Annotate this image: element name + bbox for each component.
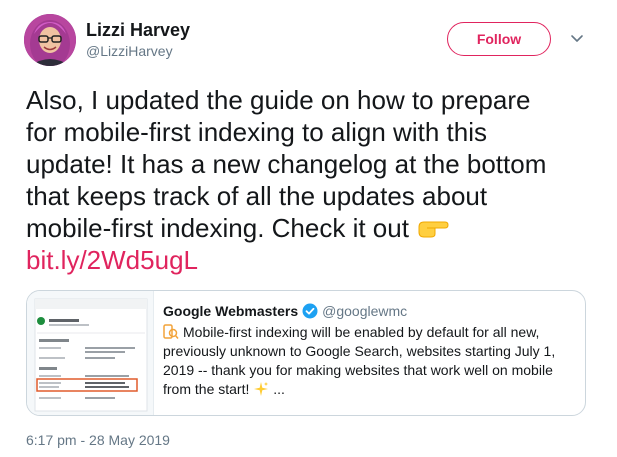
quoted-tweet-body: Google Webmasters @googlewmc Mobile-firs… (163, 303, 575, 399)
tweet-text-line: Also, I updated the guide on how to prep… (26, 85, 531, 115)
follow-button-label: Follow (476, 31, 522, 47)
author-name[interactable]: Lizzi Harvey (86, 20, 190, 41)
sparkles-icon (254, 382, 269, 396)
chevron-down-icon[interactable] (569, 30, 585, 46)
author-handle[interactable]: @LizziHarvey (86, 43, 173, 59)
tweet-text-line: that keeps track of all the updates abou… (26, 181, 488, 211)
backhand-index-pointing-right-icon (418, 221, 449, 238)
tweet-timestamp[interactable]: 6:17 pm - 28 May 2019 (26, 432, 170, 448)
quoted-text-line-first: Mobile-first indexing will be enabled by… (163, 323, 575, 342)
quoted-text-ellipsis: ... (273, 381, 285, 397)
tweet-text: Also, I updated the guide on how to prep… (26, 84, 606, 276)
quoted-tweet-card[interactable]: Google Webmasters @googlewmc Mobile-firs… (26, 290, 586, 416)
quoted-text-line: 2019 -- thank you for making websites th… (163, 362, 553, 378)
quoted-text-line: from the start! (163, 381, 250, 397)
quoted-text-line: Mobile-first indexing will be enabled by… (183, 324, 540, 340)
quoted-tweet-header: Google Webmasters @googlewmc (163, 303, 575, 319)
mobile-indexing-icon (163, 324, 179, 339)
tweet-text-line-last: mobile-first indexing. Check it out (26, 212, 606, 244)
quoted-text-line: previously unknown to Google Search, web… (163, 343, 556, 359)
search-console-screenshot (34, 298, 148, 412)
quoted-author-name: Google Webmasters (163, 303, 299, 319)
tweet-text-line: update! It has a new changelog at the bo… (26, 149, 547, 179)
tweet-link-line: bit.ly/2Wd5ugL (26, 244, 606, 276)
verified-badge-icon (302, 303, 318, 319)
quoted-tweet-text: Mobile-first indexing will be enabled by… (163, 323, 575, 399)
quoted-text-line-last: from the start! ... (163, 380, 575, 399)
avatar-image (24, 14, 76, 66)
avatar[interactable] (24, 14, 76, 66)
follow-button[interactable]: Follow (447, 22, 551, 56)
quoted-tweet-thumbnail (27, 291, 154, 415)
tweet-text-line: for mobile-first indexing to align with … (26, 117, 487, 147)
quoted-author-handle: @googlewmc (322, 303, 408, 319)
tweet-link[interactable]: bit.ly/2Wd5ugL (26, 245, 198, 275)
tweet-text-line: mobile-first indexing. Check it out (26, 213, 409, 243)
